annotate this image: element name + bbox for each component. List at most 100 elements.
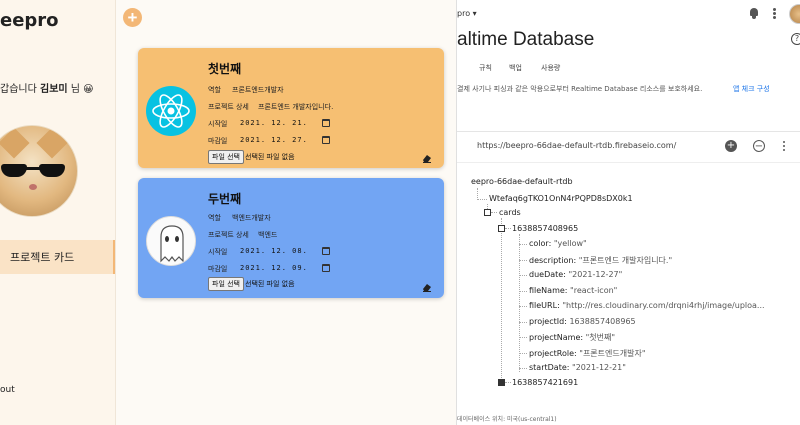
nav-item-project-cards[interactable]: 프로젝트 카드 — [0, 240, 115, 274]
divider — [457, 131, 800, 132]
tab-usage[interactable]: 사용량 — [541, 63, 560, 73]
field-key: projectName — [529, 333, 581, 342]
card-title[interactable]: 두번째 — [208, 190, 241, 207]
tree-field-row[interactable]: dueDate: "2021-12-27" — [529, 270, 622, 279]
database-url[interactable]: https://beepro-66dae-default-rtdb.fireba… — [477, 141, 676, 150]
field-value[interactable]: "yellow" — [554, 239, 587, 248]
app-sidebar: eepro 갑습니다 김보미 님 😀 프로젝트 카드 out — [0, 0, 116, 425]
field-key: fileName — [529, 285, 565, 295]
calendar-icon[interactable] — [322, 119, 330, 127]
user-avatar[interactable] — [789, 4, 800, 24]
due-date-label: 마감일 — [208, 265, 228, 273]
security-banner: 결제 사기나 피싱과 같은 악용으로부터 Realtime Database 리… — [457, 85, 703, 93]
greeting-prefix: 갑습니다 — [0, 84, 37, 95]
tree-field-row[interactable]: projectName: "첫번째" — [529, 332, 615, 343]
start-date-label: 시작일 — [208, 120, 228, 128]
start-date-input[interactable]: 2021. 12. 21. — [240, 119, 308, 127]
collapse-toggle-icon[interactable] — [498, 225, 505, 232]
greeting-suffix: 님 😀 — [70, 84, 94, 95]
tab-rules[interactable]: 규칙 — [479, 63, 492, 73]
field-value[interactable]: "첫번째" — [586, 333, 615, 342]
card-title[interactable]: 첫번째 — [208, 60, 241, 77]
tree-node-user[interactable]: Wtefaq6gTKO1OnN4rPQPD8sDX0k1 — [489, 194, 633, 203]
calendar-icon[interactable] — [322, 247, 330, 255]
greeting-text: 갑습니다 김보미 님 😀 — [0, 80, 94, 95]
collapse-toggle-icon[interactable] — [484, 209, 491, 216]
detail-label: 프로젝트 상세 — [208, 103, 249, 111]
app-check-link[interactable]: 앱 체크 구성 — [733, 84, 770, 94]
console-header: pro ▾ — [457, 0, 800, 28]
profile-avatar[interactable] — [0, 125, 78, 217]
project-selector[interactable]: pro ▾ — [457, 9, 477, 18]
due-date-label: 마감일 — [208, 137, 228, 145]
field-key: startDate — [529, 363, 567, 372]
field-value[interactable]: "프론트엔드개발자" — [579, 349, 645, 358]
more-options-icon[interactable] — [783, 141, 786, 153]
tree-field-row[interactable]: startDate: "2021-12-21" — [529, 363, 626, 372]
eraser-icon[interactable] — [422, 153, 432, 163]
add-node-icon[interactable]: + — [725, 140, 737, 152]
tree-node-card-1[interactable]: 1638857408965 — [512, 224, 578, 233]
detail-value[interactable]: 프론트엔드 개발자입니다. — [258, 102, 333, 112]
page-title: altime Database — [457, 29, 595, 50]
field-value[interactable]: "2021-12-21" — [572, 363, 626, 372]
tree-field-row[interactable]: projectRole: "프론트엔드개발자" — [529, 348, 646, 359]
divider — [457, 162, 800, 163]
apps-menu-icon[interactable] — [773, 8, 776, 20]
bell-icon[interactable] — [748, 7, 760, 19]
logout-link[interactable]: out — [0, 385, 15, 395]
role-value[interactable]: 백엔드개발자 — [232, 213, 271, 223]
due-date-input[interactable]: 2021. 12. 27. — [240, 136, 308, 144]
start-date-input[interactable]: 2021. 12. 08. — [240, 247, 308, 255]
start-date-label: 시작일 — [208, 248, 228, 256]
nav-item-label: 프로젝트 카드 — [10, 251, 75, 264]
detail-value[interactable]: 백엔드 — [258, 230, 277, 240]
file-status: 선택된 파일 없음 — [245, 280, 295, 288]
sunglasses-icon — [1, 164, 65, 178]
calendar-icon[interactable] — [322, 136, 330, 144]
tree-field-row[interactable]: description: "프론트엔드 개발자입니다." — [529, 255, 672, 266]
react-icon[interactable] — [146, 86, 196, 136]
field-key: color — [529, 239, 549, 248]
tree-node-cards[interactable]: cards — [499, 208, 521, 217]
expand-toggle-icon[interactable] — [498, 379, 505, 386]
field-value[interactable]: "2021-12-27" — [568, 270, 622, 279]
field-key: fileURL — [529, 301, 558, 310]
help-icon[interactable]: ? — [791, 33, 800, 45]
database-location: 데이터베이스 위치: 미국(us-central1) — [457, 416, 557, 423]
tree-field-row[interactable]: projectId: 1638857408965 — [529, 317, 636, 326]
field-key: projectId — [529, 316, 565, 326]
tree-root[interactable]: eepro-66dae-default-rtdb — [471, 177, 573, 186]
brand-logo-text[interactable]: eepro — [0, 10, 59, 31]
field-key: description — [529, 255, 574, 265]
role-value[interactable]: 프론트엔드개발자 — [232, 85, 284, 95]
eraser-icon[interactable] — [422, 282, 432, 292]
role-label: 역할 — [208, 214, 221, 222]
add-card-button[interactable]: + — [123, 8, 142, 27]
file-status: 선택된 파일 없음 — [245, 153, 295, 161]
user-name: 김보미 — [40, 84, 68, 95]
project-card: 두번째 역할 백엔드개발자 프로젝트 상세 백엔드 시작일 2021. 12. … — [138, 178, 444, 298]
tree-node-card-2[interactable]: 1638857421691 — [512, 378, 578, 387]
field-key: dueDate — [529, 270, 564, 279]
field-key: projectRole — [529, 348, 575, 358]
field-value[interactable]: "react-icon" — [570, 286, 617, 295]
remove-node-icon[interactable]: − — [753, 140, 765, 152]
tree-field-row[interactable]: fileURL: "http://res.cloudinary.com/drqn… — [529, 301, 765, 310]
file-select-button[interactable]: 파일 선택 — [208, 150, 244, 164]
field-value[interactable]: "프론트엔드 개발자입니다." — [579, 256, 672, 265]
project-cards-area: + 첫번째 역할 프론트엔드개발자 프로젝트 상세 프론트엔드 개발자입니다. … — [116, 0, 456, 425]
tree-field-row[interactable]: color: "yellow" — [529, 239, 587, 248]
role-label: 역할 — [208, 86, 221, 94]
calendar-icon[interactable] — [322, 264, 330, 272]
tab-backups[interactable]: 백업 — [509, 63, 522, 73]
detail-label: 프로젝트 상세 — [208, 231, 249, 239]
field-value[interactable]: 1638857408965 — [569, 317, 635, 326]
field-value[interactable]: "http://res.cloudinary.com/drqni4rhj/ima… — [562, 301, 764, 310]
tree-field-row[interactable]: fileName: "react-icon" — [529, 286, 617, 295]
due-date-input[interactable]: 2021. 12. 09. — [240, 264, 308, 272]
firebase-console: pro ▾ altime Database ? 규칙 백업 사용량 결제 사기나… — [456, 0, 800, 425]
ghost-icon[interactable] — [146, 216, 196, 266]
project-card: 첫번째 역할 프론트엔드개발자 프로젝트 상세 프론트엔드 개발자입니다. 시작… — [138, 48, 444, 168]
file-select-button[interactable]: 파일 선택 — [208, 277, 244, 291]
